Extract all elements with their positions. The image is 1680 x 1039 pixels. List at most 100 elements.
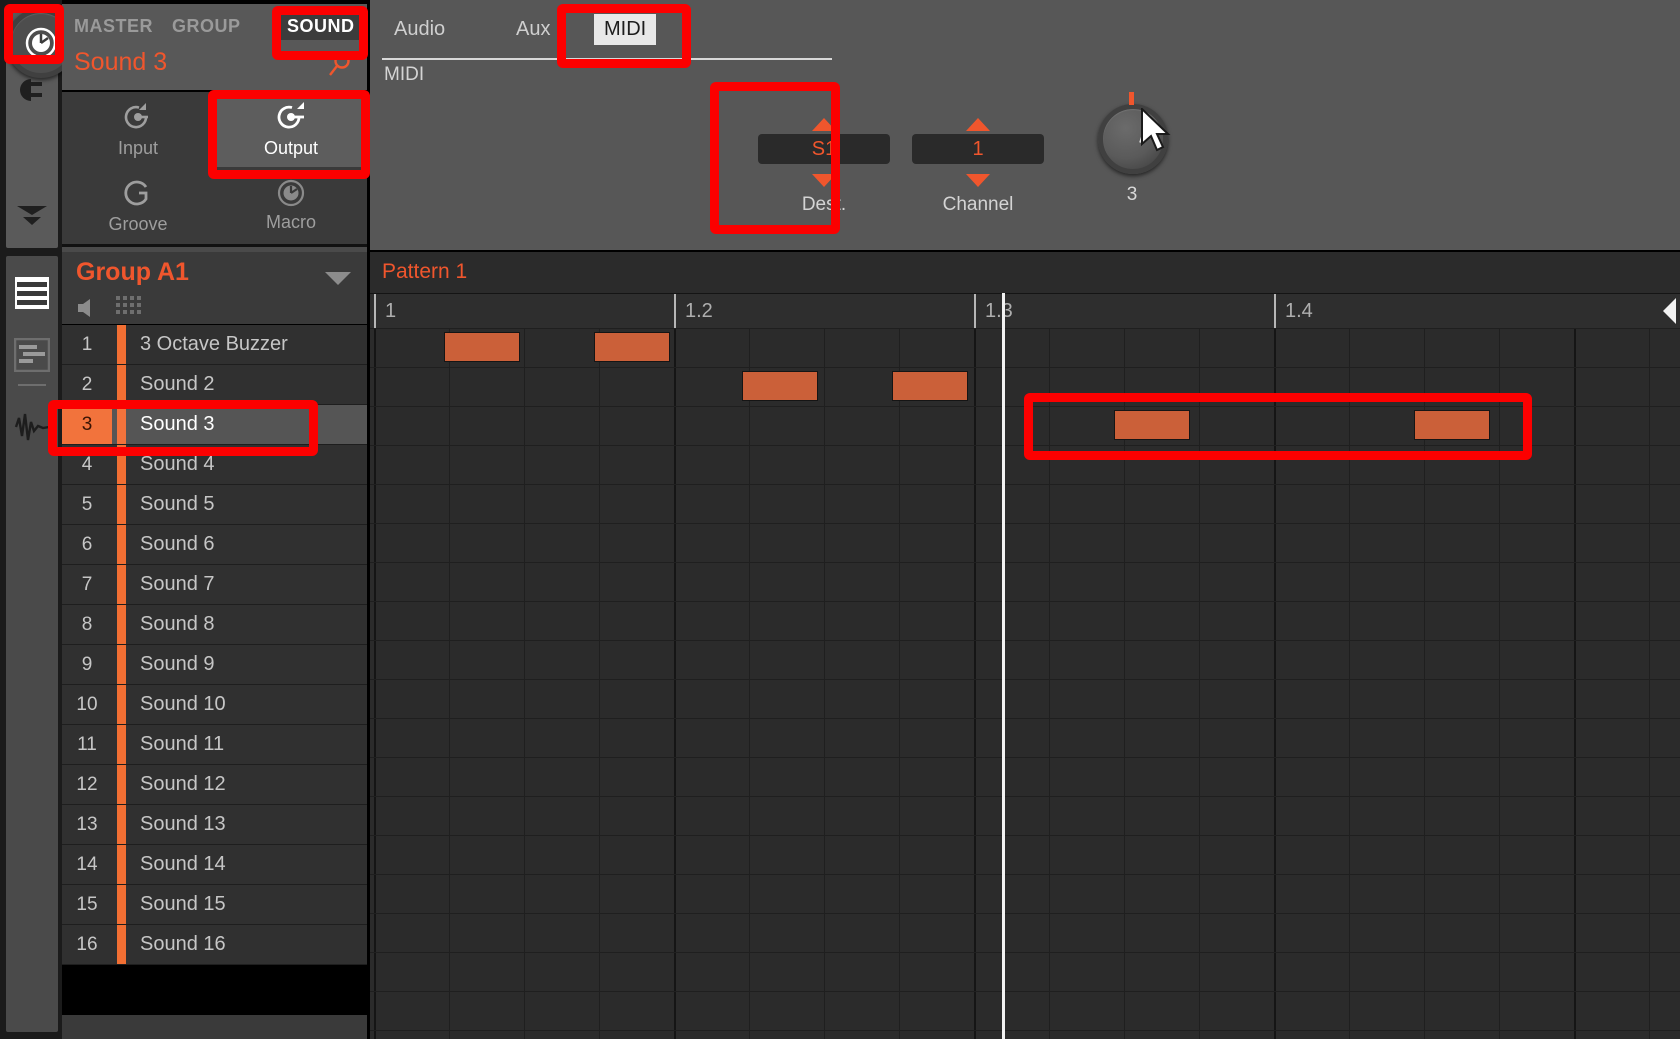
sound-row-13[interactable]: 13 Sound 13 [62, 805, 367, 845]
pattern-note[interactable] [444, 332, 520, 362]
page-input-label: Input [117, 138, 159, 158]
pattern-title[interactable]: Pattern 1 [382, 260, 467, 284]
channel-tab-bar: MASTER GROUP SOUND [62, 4, 367, 48]
arranger-icon[interactable] [6, 324, 58, 386]
sound-row-8[interactable]: 8 Sound 8 [62, 605, 367, 645]
sound-row-number: 12 [76, 773, 98, 795]
mouse-pointer-icon [1140, 106, 1174, 159]
grid-column-line [1199, 328, 1200, 1039]
pattern-grid[interactable] [370, 328, 1680, 1039]
sound-row-12[interactable]: 12 Sound 12 [62, 765, 367, 805]
page-input[interactable]: Input [62, 92, 214, 167]
channel-name: Sound 3 [74, 48, 168, 76]
pattern-note[interactable] [892, 371, 968, 401]
sound-row-15[interactable]: 15 Sound 15 [62, 885, 367, 925]
tab-aux[interactable]: Aux [506, 14, 560, 45]
maschine-window: MASTER GROUP SOUND Sound 3 Input Output … [0, 0, 1680, 1039]
page-groove[interactable]: Groove [62, 168, 214, 243]
pad-grid-icon[interactable] [116, 296, 144, 325]
sound-row-7[interactable]: 7 Sound 7 [62, 565, 367, 605]
group-name[interactable]: Group A1 [76, 258, 189, 287]
pattern-note[interactable] [594, 332, 670, 362]
sound-row-number: 9 [81, 653, 93, 675]
sound-row-3[interactable]: 3 Sound 3 [62, 405, 367, 445]
sound-row-6[interactable]: 6 Sound 6 [62, 525, 367, 565]
pattern-note[interactable] [1414, 410, 1490, 440]
output-arrow-icon [277, 102, 304, 129]
sound-row-name: Sound 3 [140, 413, 215, 435]
sound-row-11[interactable]: 11 Sound 11 [62, 725, 367, 765]
knob-value-label: 3 [1126, 184, 1138, 205]
sound-color-bar [117, 885, 126, 924]
sound-row-10[interactable]: 10 Sound 10 [62, 685, 367, 725]
magnifier-icon[interactable] [327, 52, 353, 83]
sound-row-14[interactable]: 14 Sound 14 [62, 845, 367, 885]
groove-g-icon [124, 180, 148, 206]
pattern-note[interactable] [742, 371, 818, 401]
grid-row-line [370, 991, 1680, 992]
sound-row-name: Sound 15 [140, 893, 226, 915]
dest-decrement-arrow[interactable] [812, 174, 836, 192]
sound-color-bar [117, 405, 126, 444]
grid-row-line [370, 562, 1680, 563]
sound-list-footer [62, 1015, 367, 1039]
grid-row-line [370, 523, 1680, 524]
sound-color-bar [117, 325, 126, 364]
grid-row-line [370, 367, 1680, 368]
grid-column-line [599, 328, 600, 1039]
knob-indicator [1129, 92, 1134, 105]
pattern-list-icon[interactable] [6, 262, 58, 324]
page-output-label: Output [263, 138, 319, 158]
dest-value[interactable]: S1 [758, 134, 890, 164]
grid-column-line [824, 328, 825, 1039]
tab-audio[interactable]: Audio [384, 14, 455, 45]
channel-header: MASTER GROUP SOUND Sound 3 [62, 4, 367, 90]
sound-row-number: 14 [76, 853, 98, 875]
sampling-waveform-icon[interactable] [6, 396, 58, 458]
sound-color-bar [117, 645, 126, 684]
speaker-icon[interactable] [76, 298, 98, 323]
sound-row-1[interactable]: 1 3 Octave Buzzer [62, 325, 367, 365]
sound-row-9[interactable]: 9 Sound 9 [62, 645, 367, 685]
triangle-left-icon[interactable] [1662, 298, 1678, 329]
page-output[interactable]: Output [215, 92, 367, 167]
ruler-tick-1: 1 [374, 294, 396, 328]
midi-section-title: MIDI [384, 64, 425, 85]
sound-row-number: 13 [76, 813, 98, 835]
page-macro[interactable]: Macro [215, 168, 367, 243]
rail-lower-group [6, 256, 58, 1032]
collapse-chevron-icon[interactable] [6, 192, 58, 242]
grid-column-line [899, 328, 900, 1039]
sound-row-number: 6 [81, 533, 93, 555]
channel-value[interactable]: 1 [912, 134, 1044, 164]
tab-midi[interactable]: MIDI [594, 14, 657, 45]
sound-row-5[interactable]: 5 Sound 5 [62, 485, 367, 525]
sound-row-4[interactable]: 4 Sound 4 [62, 445, 367, 485]
sound-color-bar [117, 525, 126, 564]
grid-row-line [370, 445, 1680, 446]
plugin-plug-icon[interactable] [6, 62, 58, 118]
sound-row-2[interactable]: 2 Sound 2 [62, 365, 367, 405]
chevron-down-icon[interactable] [325, 272, 351, 291]
tab-master[interactable]: MASTER [74, 16, 153, 37]
page-groove-label: Groove [108, 214, 168, 234]
channel-decrement-arrow[interactable] [966, 174, 990, 192]
ruler-tick-1-3: 1.3 [974, 294, 1013, 328]
sound-list: 1 3 Octave Buzzer 2 Sound 2 3 Sound 3 4 Sound 4… [62, 325, 367, 1015]
left-icon-rail [0, 0, 76, 1039]
sound-row-number: 3 [62, 405, 112, 444]
grid-row-line [370, 874, 1680, 875]
pattern-note[interactable] [1114, 410, 1190, 440]
grid-row-line [370, 835, 1680, 836]
rail-divider [18, 384, 46, 386]
pattern-editor: Pattern 1 1 1.2 1.3 1.4 [370, 252, 1680, 1039]
pattern-ruler[interactable]: 1 1.2 1.3 1.4 [370, 293, 1680, 329]
tab-sound[interactable]: SOUND [280, 13, 362, 40]
grid-row-line [370, 406, 1680, 407]
tab-group[interactable]: GROUP [172, 16, 241, 37]
sound-row-name: 3 Octave Buzzer [140, 333, 288, 355]
sound-color-bar [117, 565, 126, 604]
input-arrow-icon [124, 103, 148, 129]
sound-row-16[interactable]: 16 Sound 16 [62, 925, 367, 965]
playhead[interactable] [1002, 293, 1005, 1039]
